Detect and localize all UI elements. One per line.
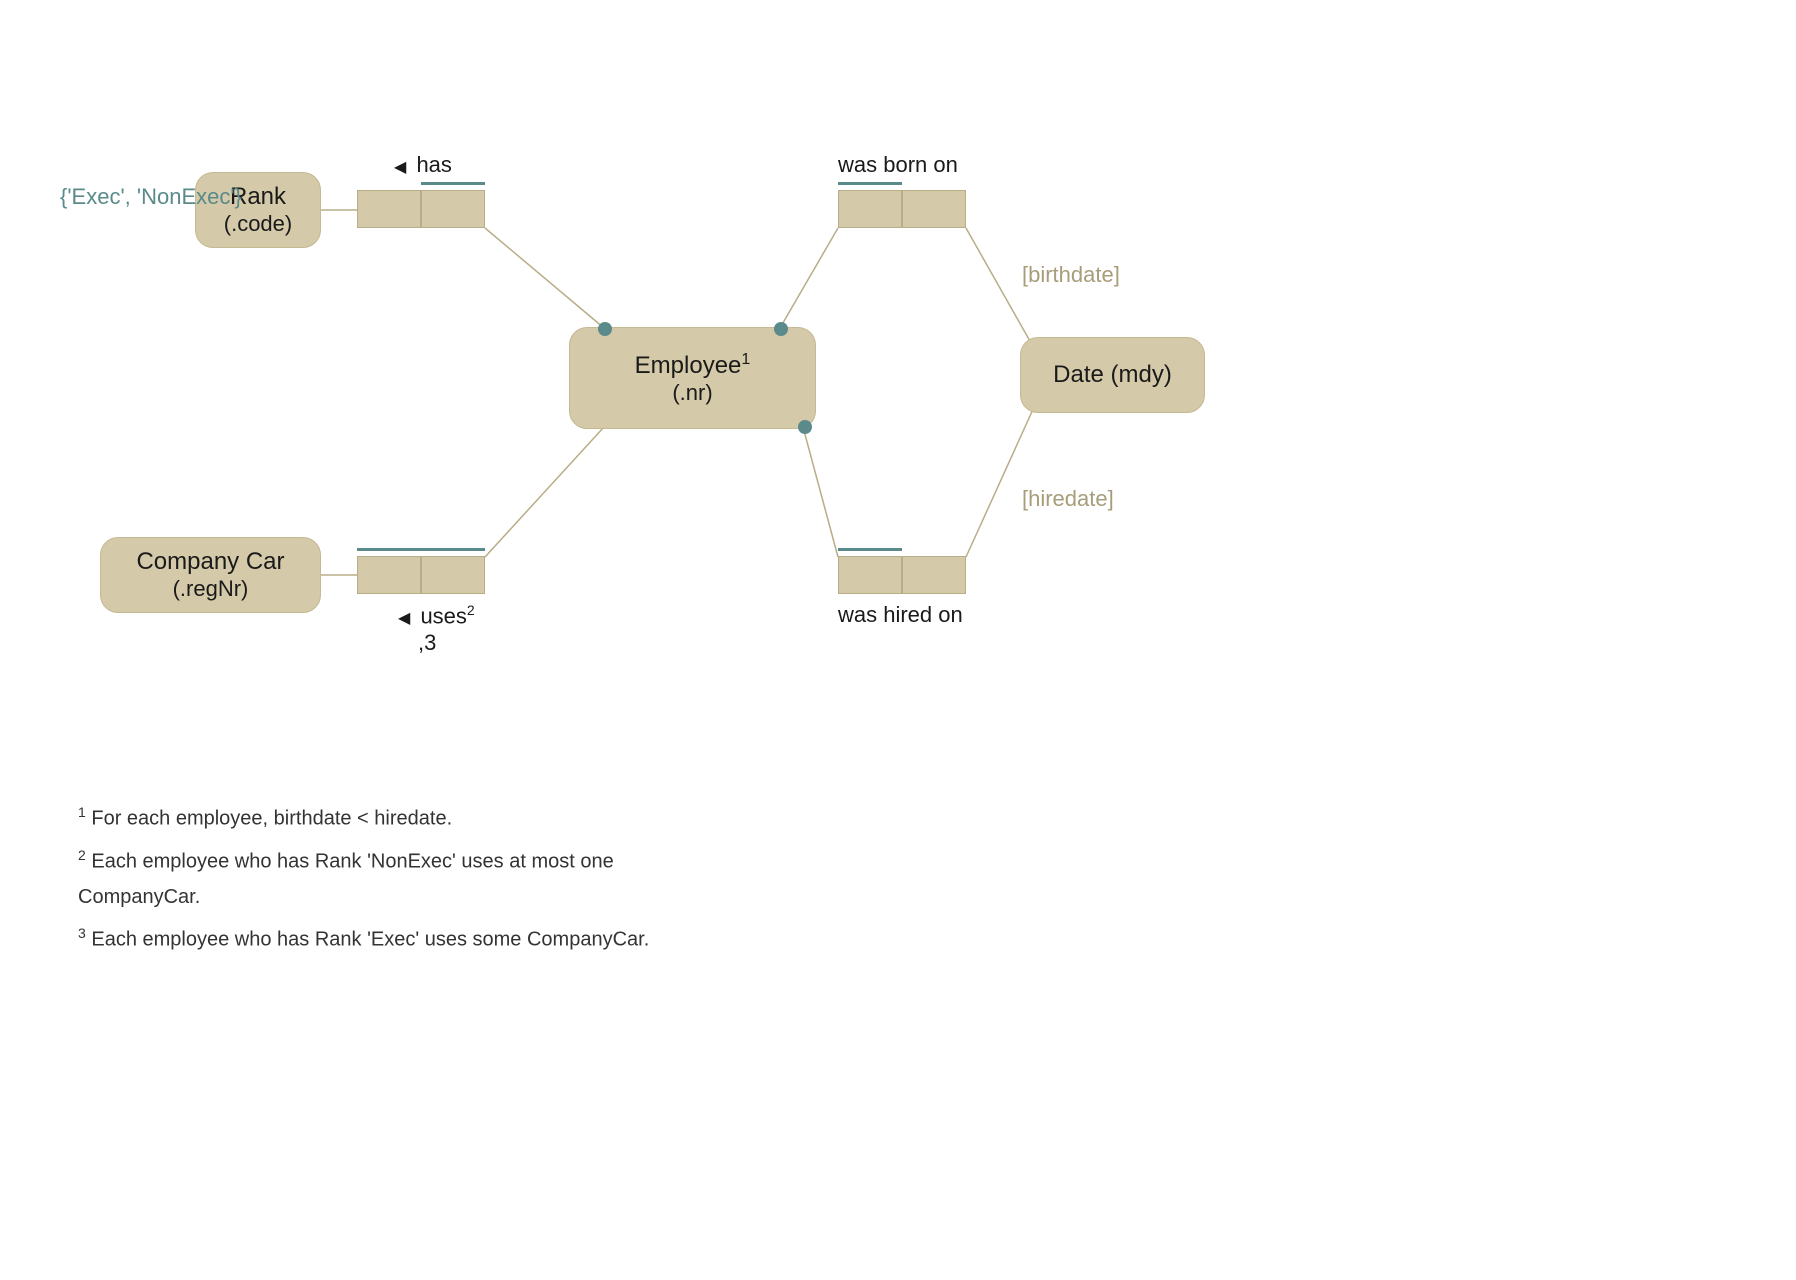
constraint-domain-label: {'Exec', 'NonExec'} [60, 184, 242, 210]
entity-date: Date (mdy) [1020, 337, 1205, 413]
entity-companycar: Company Car (.regNr) [100, 537, 321, 613]
predicate-uses-role1 [357, 556, 421, 594]
orm-diagram: Rank (.code) {'Exec', 'NonExec'} Company… [0, 0, 1796, 1280]
predicate-hired [838, 556, 966, 594]
label-uses-sub: ,3 [418, 630, 436, 656]
label-hired: was hired on [838, 602, 963, 628]
predicate-hired-role2 [902, 556, 966, 594]
predicate-born-role2 [902, 190, 966, 228]
predicate-born [838, 190, 966, 228]
entity-companycar-ref: (.regNr) [173, 576, 249, 602]
entity-employee-ref: (.nr) [672, 380, 712, 406]
predicate-has-role2 [421, 190, 485, 228]
predicate-has [357, 190, 485, 228]
label-born: was born on [838, 152, 958, 178]
label-uses: ◀ uses2 [398, 602, 475, 629]
entity-employee-name: Employee1 [635, 351, 751, 380]
predicate-born-role1 [838, 190, 902, 228]
role-hiredate: [hiredate] [1022, 486, 1114, 512]
entity-rank-ref: (.code) [224, 211, 292, 237]
role-birthdate: [birthdate] [1022, 262, 1120, 288]
footnotes: 1 For each employee, birthdate < hiredat… [78, 800, 698, 964]
mandatory-dot-born [774, 322, 788, 336]
footnote-2: 2 Each employee who has Rank 'NonExec' u… [78, 843, 698, 916]
arrow-left-icon-2: ◀ [398, 610, 410, 627]
predicate-hired-role1 [838, 556, 902, 594]
predicate-uses [357, 556, 485, 594]
footnote-1: 1 For each employee, birthdate < hiredat… [78, 800, 698, 837]
footnote-3: 3 Each employee who has Rank 'Exec' uses… [78, 921, 698, 958]
uniq-uses [357, 548, 485, 551]
arrow-left-icon: ◀ [394, 159, 406, 176]
entity-employee: Employee1 (.nr) [569, 327, 816, 429]
uniq-born [838, 182, 902, 185]
uniq-has [421, 182, 485, 185]
predicate-uses-role2 [421, 556, 485, 594]
predicate-has-role1 [357, 190, 421, 228]
label-has: ◀ has [394, 152, 452, 178]
uniq-hired [838, 548, 902, 551]
entity-date-name: Date (mdy) [1053, 361, 1172, 389]
mandatory-dot-hired [798, 420, 812, 434]
entity-companycar-name: Company Car [136, 548, 284, 576]
mandatory-dot-has [598, 322, 612, 336]
